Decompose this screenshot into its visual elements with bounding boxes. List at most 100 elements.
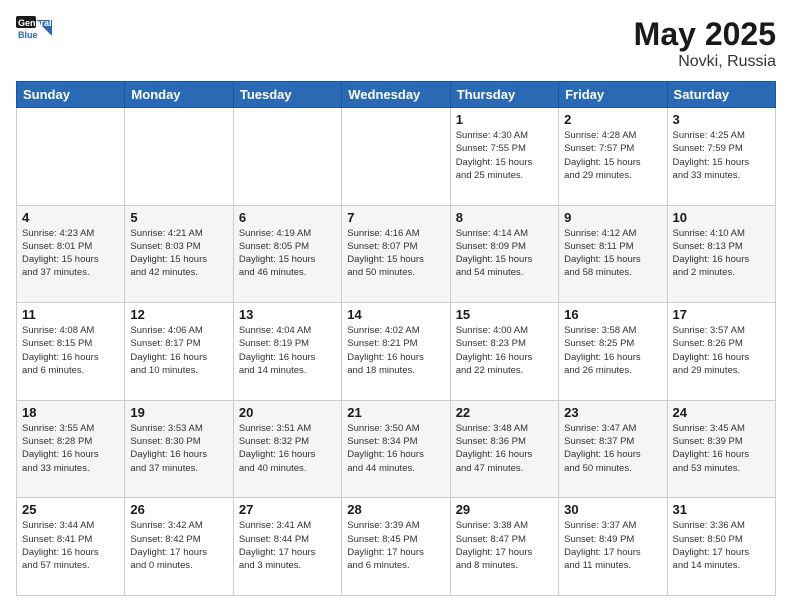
calendar-cell-w2-d5: 8 Sunrise: 4:14 AM Sunset: 8:09 PM Daylig… (450, 205, 558, 303)
day-number: 5 (130, 210, 227, 225)
day-number: 24 (673, 405, 770, 420)
day-number: 7 (347, 210, 444, 225)
calendar-cell-w3-d7: 17Sunrise: 3:57 AM Sunset: 8:26 PM Dayli… (667, 303, 775, 401)
calendar-cell-w2-d4: 7 Sunrise: 4:16 AM Sunset: 8:07 PM Daylig… (342, 205, 450, 303)
day-info: Sunrise: 3:36 AM Sunset: 8:50 PM Dayligh… (673, 519, 770, 572)
day-number: 12 (130, 307, 227, 322)
day-info: Sunrise: 3:53 AM Sunset: 8:30 PM Dayligh… (130, 422, 227, 475)
calendar-week-3: 11 Sunrise: 4:08 AM Sunset: 8:15 PM Dayli… (17, 303, 776, 401)
calendar-cell-w5-d6: 30Sunrise: 3:37 AM Sunset: 8:49 PM Dayli… (559, 498, 667, 596)
calendar-cell-w1-d5: 1 Sunrise: 4:30 AM Sunset: 7:55 PM Daylig… (450, 108, 558, 206)
day-number: 29 (456, 502, 553, 517)
day-info: Sunrise: 3:51 AM Sunset: 8:32 PM Dayligh… (239, 422, 336, 475)
calendar-cell-w5-d1: 25Sunrise: 3:44 AM Sunset: 8:41 PM Dayli… (17, 498, 125, 596)
day-number: 6 (239, 210, 336, 225)
day-number: 20 (239, 405, 336, 420)
day-info: Sunrise: 3:58 AM Sunset: 8:25 PM Dayligh… (564, 324, 661, 377)
day-number: 25 (22, 502, 119, 517)
day-info: Sunrise: 3:41 AM Sunset: 8:44 PM Dayligh… (239, 519, 336, 572)
calendar-cell-w1-d4 (342, 108, 450, 206)
calendar-cell-w4-d1: 18Sunrise: 3:55 AM Sunset: 8:28 PM Dayli… (17, 400, 125, 498)
day-info: Sunrise: 4:12 AM Sunset: 8:11 PM Dayligh… (564, 227, 661, 280)
day-number: 16 (564, 307, 661, 322)
calendar-cell-w4-d3: 20 Sunrise: 3:51 AM Sunset: 8:32 PM Dayli… (233, 400, 341, 498)
day-number: 19 (130, 405, 227, 420)
day-number: 8 (456, 210, 553, 225)
calendar-cell-w5-d3: 27Sunrise: 3:41 AM Sunset: 8:44 PM Dayli… (233, 498, 341, 596)
col-monday: Monday (125, 82, 233, 108)
calendar-cell-w3-d4: 14 Sunrise: 4:02 AM Sunset: 8:21 PM Dayli… (342, 303, 450, 401)
day-number: 11 (22, 307, 119, 322)
day-info: Sunrise: 4:10 AM Sunset: 8:13 PM Dayligh… (673, 227, 770, 280)
svg-text:Blue: Blue (18, 30, 38, 40)
calendar-cell-w5-d4: 28 Sunrise: 3:39 AM Sunset: 8:45 PM Dayli… (342, 498, 450, 596)
calendar-cell-w4-d5: 22 Sunrise: 3:48 AM Sunset: 8:36 PM Dayli… (450, 400, 558, 498)
calendar-cell-w3-d3: 13 Sunrise: 4:04 AM Sunset: 8:19 PM Dayli… (233, 303, 341, 401)
day-info: Sunrise: 4:04 AM Sunset: 8:19 PM Dayligh… (239, 324, 336, 377)
day-info: Sunrise: 4:21 AM Sunset: 8:03 PM Dayligh… (130, 227, 227, 280)
day-info: Sunrise: 4:02 AM Sunset: 8:21 PM Dayligh… (347, 324, 444, 377)
logo-icon: General Blue (16, 16, 52, 46)
col-wednesday: Wednesday (342, 82, 450, 108)
day-info: Sunrise: 4:30 AM Sunset: 7:55 PM Dayligh… (456, 129, 553, 182)
day-info: Sunrise: 4:08 AM Sunset: 8:15 PM Dayligh… (22, 324, 119, 377)
day-info: Sunrise: 4:14 AM Sunset: 8:09 PM Dayligh… (456, 227, 553, 280)
header: General Blue May 2025 Novki, Russia (16, 16, 776, 71)
calendar-cell-w5-d7: 31 Sunrise: 3:36 AM Sunset: 8:50 PM Dayli… (667, 498, 775, 596)
calendar-cell-w4-d2: 19 Sunrise: 3:53 AM Sunset: 8:30 PM Dayli… (125, 400, 233, 498)
day-info: Sunrise: 4:16 AM Sunset: 8:07 PM Dayligh… (347, 227, 444, 280)
day-number: 2 (564, 112, 661, 127)
calendar-cell-w1-d6: 2 Sunrise: 4:28 AM Sunset: 7:57 PM Daylig… (559, 108, 667, 206)
day-info: Sunrise: 4:25 AM Sunset: 7:59 PM Dayligh… (673, 129, 770, 182)
day-number: 22 (456, 405, 553, 420)
day-info: Sunrise: 4:28 AM Sunset: 7:57 PM Dayligh… (564, 129, 661, 182)
calendar-cell-w4-d6: 23Sunrise: 3:47 AM Sunset: 8:37 PM Dayli… (559, 400, 667, 498)
calendar-cell-w4-d4: 21 Sunrise: 3:50 AM Sunset: 8:34 PM Dayli… (342, 400, 450, 498)
day-number: 26 (130, 502, 227, 517)
calendar-cell-w2-d1: 4Sunrise: 4:23 AM Sunset: 8:01 PM Daylig… (17, 205, 125, 303)
day-info: Sunrise: 3:48 AM Sunset: 8:36 PM Dayligh… (456, 422, 553, 475)
col-thursday: Thursday (450, 82, 558, 108)
day-info: Sunrise: 3:39 AM Sunset: 8:45 PM Dayligh… (347, 519, 444, 572)
calendar-cell-w2-d6: 9Sunrise: 4:12 AM Sunset: 8:11 PM Daylig… (559, 205, 667, 303)
day-number: 14 (347, 307, 444, 322)
calendar-week-4: 18Sunrise: 3:55 AM Sunset: 8:28 PM Dayli… (17, 400, 776, 498)
day-info: Sunrise: 3:38 AM Sunset: 8:47 PM Dayligh… (456, 519, 553, 572)
day-number: 31 (673, 502, 770, 517)
calendar-cell-w5-d5: 29 Sunrise: 3:38 AM Sunset: 8:47 PM Dayli… (450, 498, 558, 596)
day-info: Sunrise: 4:19 AM Sunset: 8:05 PM Dayligh… (239, 227, 336, 280)
day-info: Sunrise: 4:00 AM Sunset: 8:23 PM Dayligh… (456, 324, 553, 377)
calendar-cell-w1-d7: 3 Sunrise: 4:25 AM Sunset: 7:59 PM Daylig… (667, 108, 775, 206)
calendar-cell-w1-d1 (17, 108, 125, 206)
calendar-cell-w3-d1: 11 Sunrise: 4:08 AM Sunset: 8:15 PM Dayli… (17, 303, 125, 401)
calendar-week-1: 1 Sunrise: 4:30 AM Sunset: 7:55 PM Daylig… (17, 108, 776, 206)
day-number: 30 (564, 502, 661, 517)
calendar-cell-w2-d2: 5 Sunrise: 4:21 AM Sunset: 8:03 PM Daylig… (125, 205, 233, 303)
page: General Blue May 2025 Novki, Russia Sund… (0, 0, 792, 612)
month-title: May 2025 (634, 16, 776, 53)
calendar-cell-w1-d3 (233, 108, 341, 206)
logo: General Blue (16, 16, 52, 46)
day-number: 17 (673, 307, 770, 322)
calendar-header-row: Sunday Monday Tuesday Wednesday Thursday… (17, 82, 776, 108)
day-number: 13 (239, 307, 336, 322)
day-number: 21 (347, 405, 444, 420)
day-number: 23 (564, 405, 661, 420)
day-number: 3 (673, 112, 770, 127)
day-info: Sunrise: 3:50 AM Sunset: 8:34 PM Dayligh… (347, 422, 444, 475)
day-number: 4 (22, 210, 119, 225)
day-info: Sunrise: 4:06 AM Sunset: 8:17 PM Dayligh… (130, 324, 227, 377)
day-number: 28 (347, 502, 444, 517)
calendar-cell-w3-d2: 12 Sunrise: 4:06 AM Sunset: 8:17 PM Dayli… (125, 303, 233, 401)
calendar-cell-w2-d3: 6 Sunrise: 4:19 AM Sunset: 8:05 PM Daylig… (233, 205, 341, 303)
day-number: 10 (673, 210, 770, 225)
calendar-cell-w1-d2 (125, 108, 233, 206)
col-friday: Friday (559, 82, 667, 108)
day-number: 15 (456, 307, 553, 322)
title-block: May 2025 Novki, Russia (634, 16, 776, 71)
col-sunday: Sunday (17, 82, 125, 108)
day-info: Sunrise: 3:55 AM Sunset: 8:28 PM Dayligh… (22, 422, 119, 475)
svg-text:General: General (18, 18, 52, 28)
day-number: 1 (456, 112, 553, 127)
calendar-cell-w5-d2: 26Sunrise: 3:42 AM Sunset: 8:42 PM Dayli… (125, 498, 233, 596)
